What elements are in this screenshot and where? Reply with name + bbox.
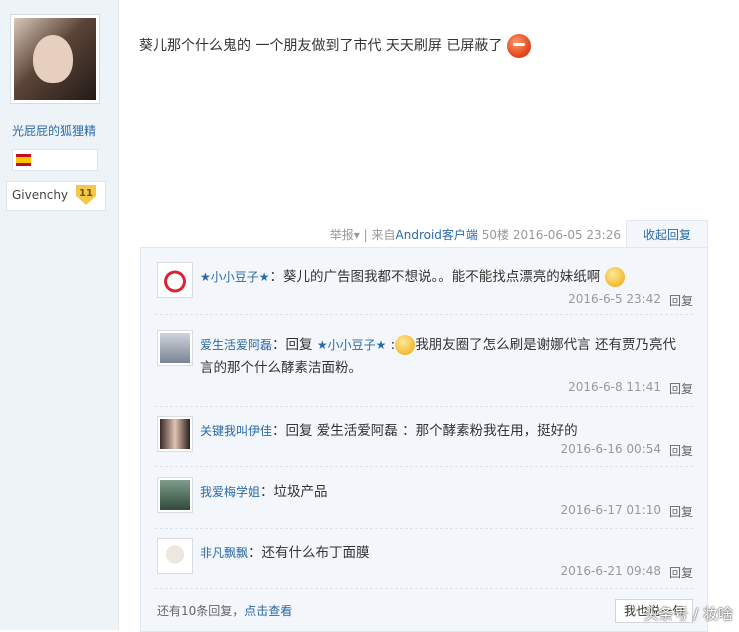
post-text: 葵儿那个什么鬼的 一个朋友做到了市代 天天刷屏 已屏蔽了 (139, 38, 503, 54)
grin-emoji-icon (395, 335, 416, 355)
reply-text: 回复 爱生活爱阿磊 ：那个酵素粉我在用，挺好的 (285, 423, 578, 439)
reply-date: 2016-6-21 09:48 (560, 564, 662, 578)
spain-flag-icon (16, 154, 31, 166)
reply-author-name[interactable]: ★小小豆子★ (200, 270, 270, 284)
brand-name: Givenchy (12, 188, 69, 202)
reply-author-name[interactable]: 关键我叫伊佳 (200, 424, 272, 438)
avatar[interactable] (157, 262, 193, 298)
reply-author-name[interactable]: 爱生活爱阿磊 (200, 338, 272, 352)
reply-prefix: 回复 (285, 337, 313, 353)
more-replies: 还有10条回复，点击查看 (157, 602, 292, 619)
collapse-replies-button[interactable]: 收起回复 (626, 220, 708, 249)
smirk-emoji-icon (604, 267, 625, 287)
reply-author-name[interactable]: 我爱梅学姐 (200, 485, 260, 499)
post-meta: 举报▾ | 来自Android客户端 50楼 2016-06-05 23:26 (329, 228, 621, 242)
reply-author-name[interactable]: 非凡飘飘 (200, 546, 248, 560)
floor-number: 50楼 (481, 228, 510, 242)
reply-text: 葵儿的广告图我都不想说。。能不能找点漂亮的妹纸啊 (283, 269, 601, 285)
author-sidebar: 光屁屁的狐狸精 Givenchy 11 (0, 0, 119, 630)
author-username[interactable]: 光屁屁的狐狸精 (12, 122, 96, 139)
avatar[interactable] (157, 416, 193, 452)
reply-button[interactable]: 回复 (669, 564, 693, 581)
reply-text: 我朋友圈了怎么刷是谢娜代言 还有贾乃亮代言的那个什么酵素洁面粉。 (200, 337, 676, 376)
reply-text: 垃圾产品 (273, 484, 328, 500)
from-prefix: 来自 (371, 228, 396, 242)
author-flag-box (12, 149, 98, 171)
angry-face-icon (506, 34, 531, 58)
divider (155, 466, 693, 467)
divider (155, 528, 693, 529)
author-brand-box[interactable]: Givenchy 11 (6, 181, 106, 211)
avatar[interactable] (157, 538, 193, 574)
reply-date: 2016-6-17 01:10 (560, 503, 662, 517)
watermark: 头条号 / 妆啥 (643, 605, 733, 623)
report-link[interactable]: 举报 (330, 228, 354, 242)
avatar[interactable] (157, 330, 193, 366)
author-avatar[interactable] (10, 14, 100, 104)
avatar[interactable] (157, 477, 193, 513)
reply-date: 2016-6-8 11:41 (568, 380, 661, 394)
reply-text: 还有什么布丁面膜 (261, 545, 370, 561)
divider (155, 588, 693, 589)
reply-date: 2016-6-5 23:42 (568, 292, 661, 306)
more-replies-text: 还有10条回复， (157, 604, 245, 618)
reply-to-name[interactable]: ★小小豆子★ (317, 338, 387, 352)
post-datetime: 2016-06-05 23:26 (512, 228, 621, 242)
reply-button[interactable]: 回复 (669, 292, 693, 309)
post-content: 葵儿那个什么鬼的 一个朋友做到了市代 天天刷屏 已屏蔽了 (139, 34, 531, 58)
reply-date: 2016-6-16 00:54 (560, 442, 662, 456)
client-source-link[interactable]: Android客户端 (396, 228, 478, 242)
reply-button[interactable]: 回复 (669, 442, 693, 459)
divider (155, 406, 693, 407)
reply-button[interactable]: 回复 (669, 380, 693, 397)
reply-list: ★小小豆子★：葵儿的广告图我都不想说。。能不能找点漂亮的妹纸啊 2016-6-5… (140, 247, 708, 632)
divider (155, 314, 693, 315)
view-more-link[interactable]: 点击查看 (244, 604, 292, 618)
level-badge: 11 (76, 185, 96, 205)
reply-button[interactable]: 回复 (669, 503, 693, 520)
dropdown-arrow-icon[interactable]: ▾ (354, 228, 360, 242)
